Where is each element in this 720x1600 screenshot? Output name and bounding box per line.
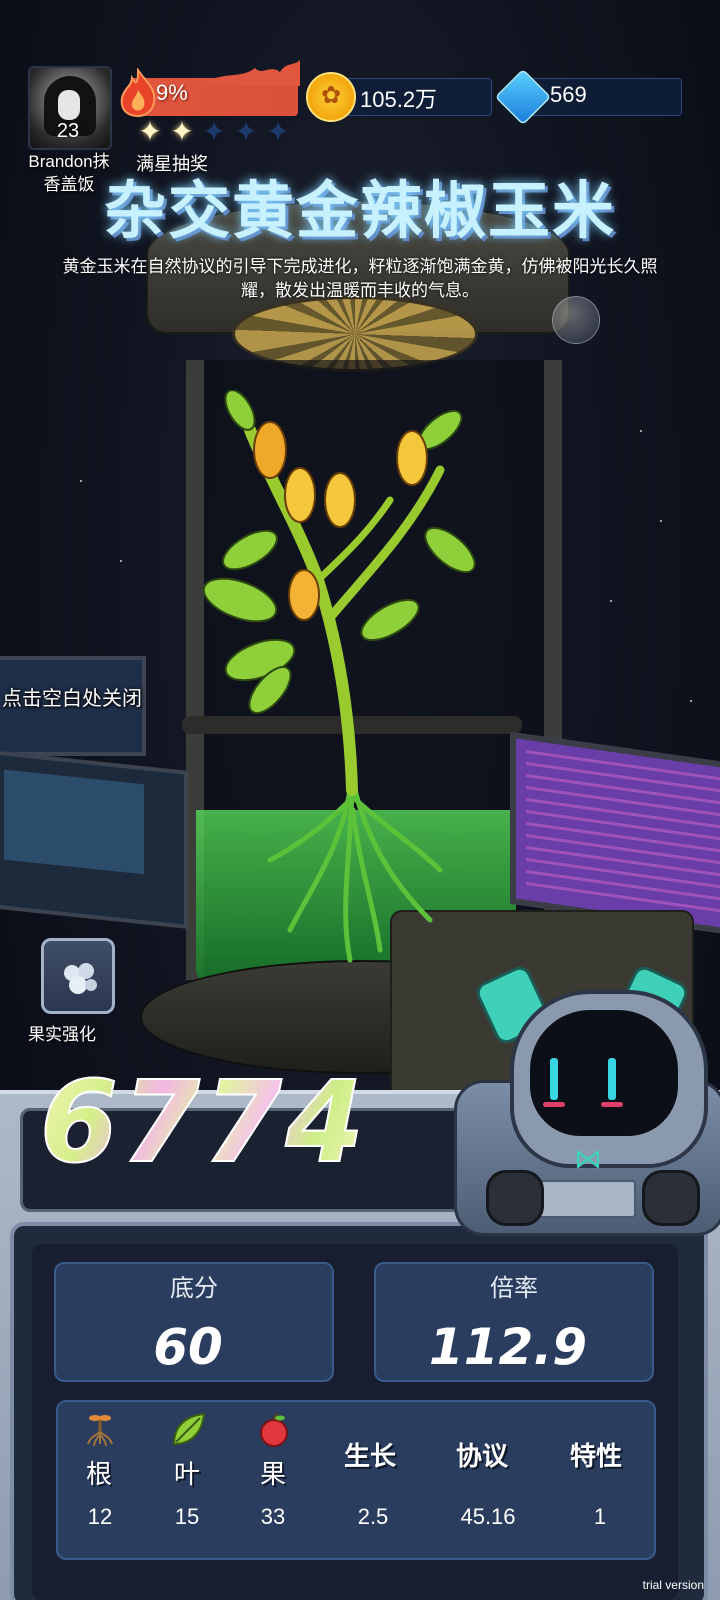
avatar-face [58,90,80,120]
robot-hand-right [642,1170,700,1226]
right-monitor [510,731,720,937]
star-icon-filled: ✦ [138,116,162,147]
star-icon-filled: ✦ [170,116,194,147]
robot-eye-right [608,1058,616,1100]
attr-label-root: 根 [86,1459,113,1489]
attr-value-protocol: 45.16 [460,1504,516,1529]
attr-label-trait: 特性 [570,1441,623,1471]
flame-tail-icon [200,60,300,86]
berries-icon [64,963,97,994]
attr-value-leaf: 15 [174,1504,200,1529]
attr-value-growth: 2.5 [357,1504,389,1529]
gold-coin-icon [306,72,356,122]
star-bubble-icon[interactable] [552,296,600,344]
star-dot [690,700,692,702]
multiplier-label: 倍率 [490,1275,538,1302]
robot-card [538,1180,636,1218]
multiplier-value: 112.9 [428,1318,588,1376]
fruit-boost-label: 果实强化 [28,1025,96,1044]
robot-blush-left [543,1102,565,1107]
attr-value-root: 12 [87,1504,113,1529]
attr-label-protocol: 协议 [456,1441,509,1471]
star-dot [610,600,612,602]
robot-eye-left [550,1058,558,1100]
robot-hand-left [486,1170,544,1226]
star-dot [120,560,122,562]
star-icon-empty: ✦ [202,116,226,147]
watermark: trial version [642,1578,704,1592]
fruit-boost-button[interactable] [41,938,115,1014]
corn-plant-illustration [202,390,476,963]
star-rating: ✦ ✦ ✦ ✦ ✦ [136,118,292,146]
plant-title: 杂交黄金辣椒玉米 [103,174,616,247]
attr-label-fruit: 果 [260,1459,287,1489]
bowtie-icon: ⋈ [574,1143,602,1174]
gold-amount: 105.2万 [360,87,438,112]
star-progress-percent: 9% [156,80,188,105]
attr-label-growth: 生长 [344,1441,397,1471]
base-score-value: 60 [153,1318,223,1376]
star-dot [640,430,642,432]
fire-icon [120,68,156,118]
star-dot [80,480,82,482]
gem-amount: 569 [550,82,587,107]
attr-value-trait: 1 [593,1504,607,1529]
star-icon-empty: ✦ [266,116,290,147]
game-scene[interactable]: 23 Brandon抹 香盖饭 9% ✦ ✦ ✦ ✦ ✦ 满星抽奖 105.2万… [0,0,720,1600]
apple-icon [260,1413,288,1447]
total-score: 6774 [39,1057,368,1189]
star-icon-empty: ✦ [234,116,258,147]
attributes-panel [56,1400,656,1560]
base-score-label: 底分 [170,1275,218,1302]
leaf-icon [172,1412,206,1446]
root-icon [87,1415,113,1446]
player-level: 23 [56,120,80,142]
star-dot [660,520,662,522]
close-hint: 点击空白处关闭 [2,688,142,710]
left-console [0,749,188,929]
robot-blush-right [601,1102,623,1107]
attr-label-leaf: 叶 [174,1459,201,1489]
attr-value-fruit: 33 [260,1504,286,1529]
